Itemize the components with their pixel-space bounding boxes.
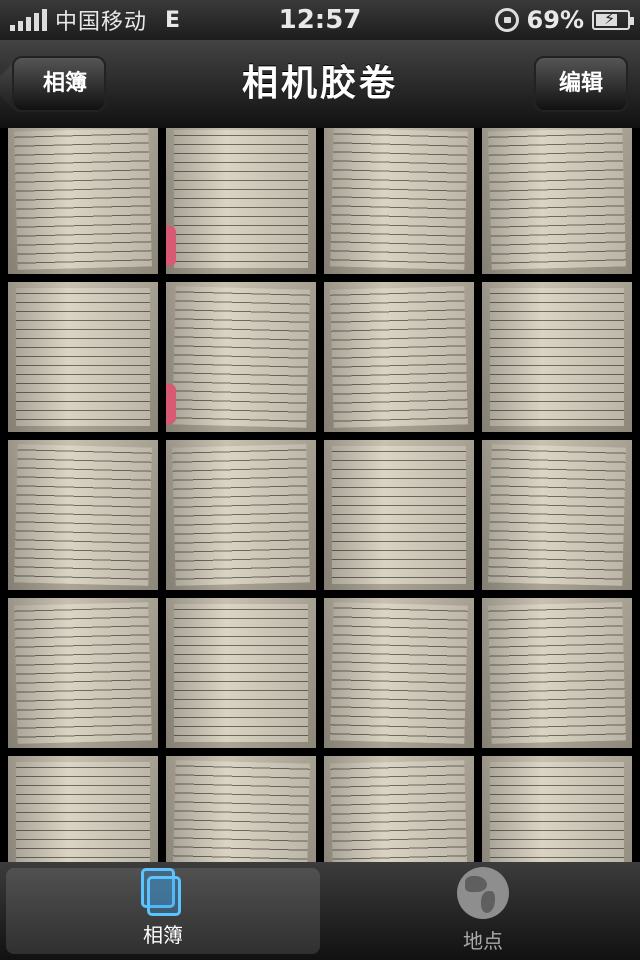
photo-thumbnail[interactable]: [8, 440, 158, 590]
photo-thumbnail[interactable]: [324, 598, 474, 748]
photo-thumbnail[interactable]: [8, 282, 158, 432]
photo-thumbnail[interactable]: [166, 128, 316, 274]
photo-thumbnail[interactable]: [482, 282, 632, 432]
tab-places[interactable]: 地点: [326, 862, 640, 960]
edit-button[interactable]: 编辑: [534, 56, 628, 112]
photo-thumbnail[interactable]: [166, 282, 316, 432]
photo-thumbnail[interactable]: [8, 128, 158, 274]
navigation-bar: 相簿 相机胶卷 编辑: [0, 40, 640, 129]
photo-thumbnail[interactable]: [482, 598, 632, 748]
photo-thumbnail[interactable]: [166, 598, 316, 748]
tab-albums[interactable]: 相簿: [6, 868, 320, 954]
photo-thumbnail[interactable]: [482, 756, 632, 862]
status-bar: 中国移动 E 12:57 69% ⚡: [0, 0, 640, 40]
albums-icon: [141, 868, 185, 916]
tab-places-label: 地点: [463, 929, 503, 953]
carrier-name: 中国移动: [55, 10, 148, 35]
photo-thumbnail[interactable]: [8, 598, 158, 748]
photo-thumbnail[interactable]: [482, 440, 632, 590]
photo-thumbnail[interactable]: [8, 756, 158, 862]
photo-thumbnail[interactable]: [166, 756, 316, 862]
photo-thumbnail[interactable]: [482, 128, 632, 274]
network-type: E: [165, 7, 181, 33]
battery-charging-icon: ⚡: [592, 9, 634, 30]
photo-thumbnail[interactable]: [324, 282, 474, 432]
photo-thumbnail[interactable]: [324, 440, 474, 590]
tab-albums-label: 相簿: [143, 923, 183, 947]
globe-icon: [457, 867, 509, 919]
battery-percent: 69%: [526, 6, 584, 34]
edit-button-label: 编辑: [558, 71, 603, 96]
photo-grid: [0, 128, 640, 862]
photo-thumbnail[interactable]: [166, 440, 316, 590]
tab-bar: 相簿 地点: [0, 862, 640, 960]
photo-thumbnail[interactable]: [324, 128, 474, 274]
signal-icon: [10, 9, 47, 31]
orientation-lock-icon: [494, 8, 519, 32]
photo-thumbnail[interactable]: [324, 756, 474, 862]
